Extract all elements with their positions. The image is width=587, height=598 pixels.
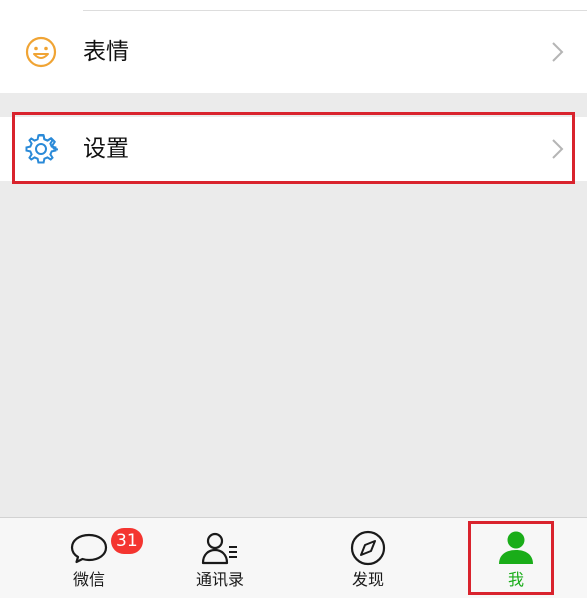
sticker-menu-label: 表情 (83, 39, 129, 65)
tab-discover[interactable]: 发现 (308, 518, 428, 598)
menu-group: 表情 (0, 0, 587, 93)
tab-me-label: 我 (507, 570, 524, 589)
tab-me[interactable]: 我 (456, 518, 576, 598)
contacts-icon (201, 532, 237, 565)
chevron-right-icon (552, 139, 564, 159)
tab-chats-label: 微信 (72, 570, 105, 589)
settings-menu-item[interactable]: 设置 (0, 117, 587, 181)
chevron-right-icon (552, 42, 564, 62)
gear-icon (25, 134, 58, 164)
chat-bubble-icon (70, 533, 108, 564)
compass-icon (350, 530, 386, 566)
sticker-menu-item[interactable]: 表情 (0, 20, 587, 84)
tab-contacts-label: 通讯录 (195, 570, 244, 589)
divider (83, 10, 587, 11)
tab-discover-label: 发现 (351, 570, 384, 589)
person-icon (499, 531, 533, 564)
unread-badge: 31 (111, 528, 143, 554)
tab-chats[interactable]: 31 微信 (29, 518, 149, 598)
smiley-icon (25, 36, 57, 68)
bottom-tab-bar: 31 微信 通讯录 发现 我 (0, 517, 587, 598)
tab-contacts[interactable]: 通讯录 (160, 518, 280, 598)
settings-menu-label: 设置 (83, 136, 129, 162)
